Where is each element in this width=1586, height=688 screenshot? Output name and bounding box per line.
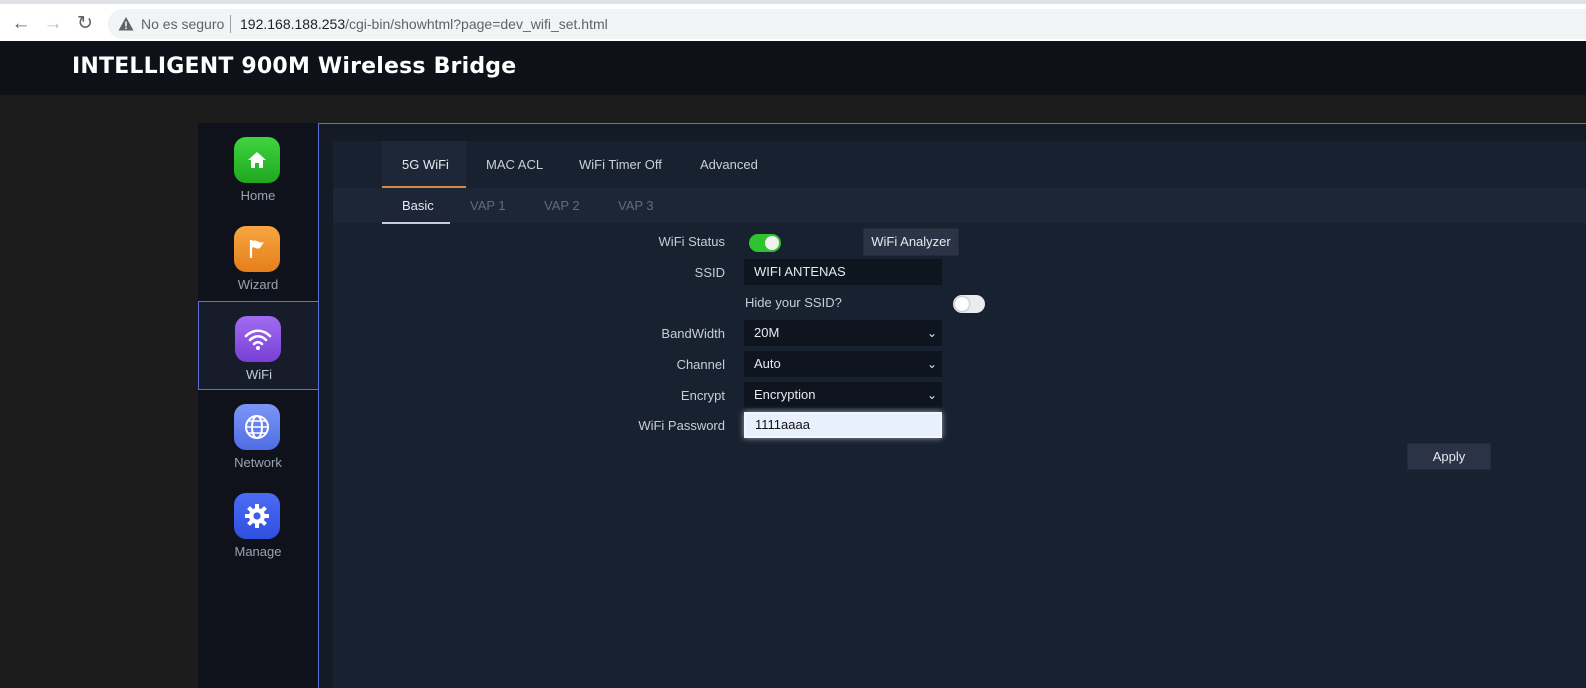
page-title: INTELLIGENT 900M Wireless Bridge (72, 54, 517, 79)
sidebar-item-wifi[interactable]: WiFi (198, 301, 318, 390)
sidebar-item-manage[interactable]: Manage (198, 479, 318, 568)
encrypt-select[interactable]: Encryption ⌄ (744, 382, 942, 408)
sidebar-item-label: Manage (234, 544, 282, 559)
sidebar-item-label: Home (240, 188, 276, 203)
divider (230, 15, 231, 33)
address-bar[interactable]: No es seguro 192.168.188.253/cgi-bin/sho… (108, 9, 1586, 39)
chevron-down-icon: ⌄ (926, 357, 937, 371)
tab-5g-wifi[interactable]: 5G WiFi (382, 141, 466, 188)
password-label: WiFi Password (638, 418, 725, 433)
subtab-vap2[interactable]: VAP 2 (524, 188, 600, 224)
ssid-input[interactable]: WIFI ANTENAS (744, 259, 942, 285)
sidebar-item-label: Network (234, 455, 282, 470)
reload-icon[interactable]: ↻ (74, 13, 96, 35)
bandwidth-value: 20M (754, 325, 780, 340)
subtab-vap1[interactable]: VAP 1 (450, 188, 526, 224)
sidebar-item-network[interactable]: Network (198, 390, 318, 479)
sidebar-item-wizard[interactable]: Wizard (198, 212, 318, 301)
tab-wifi-timer-off[interactable]: WiFi Timer Off (559, 141, 682, 188)
url-host: 192.168.188.253 (240, 16, 346, 32)
channel-label: Channel (676, 357, 725, 372)
hide-ssid-toggle[interactable] (953, 295, 985, 313)
wifi-analyzer-button[interactable]: WiFi Analyzer (863, 228, 959, 256)
sub-tabs: Basic VAP 1 VAP 2 VAP 3 (333, 188, 1586, 224)
wifi-status-toggle[interactable] (749, 234, 781, 252)
tab-advanced[interactable]: Advanced (680, 141, 778, 188)
url-text[interactable]: 192.168.188.253/cgi-bin/showhtml?page=de… (240, 16, 608, 32)
globe-icon (234, 404, 280, 450)
gear-icon (234, 493, 280, 539)
sidebar-item-label: WiFi (246, 367, 272, 382)
wifi-status-label: WiFi Status (658, 234, 725, 249)
security-label[interactable]: No es seguro (141, 16, 224, 32)
channel-select[interactable]: Auto ⌄ (744, 351, 942, 377)
sidebar-item-home[interactable]: Home (198, 123, 318, 212)
ssid-label: SSID (694, 265, 725, 280)
wifi-password-input[interactable]: 1111aaaa (744, 412, 942, 438)
hide-ssid-label: Hide your SSID? (745, 295, 842, 310)
subtab-vap3[interactable]: VAP 3 (598, 188, 674, 224)
app-header: INTELLIGENT 900M Wireless Bridge (0, 41, 1586, 95)
chevron-down-icon: ⌄ (926, 326, 937, 340)
sidebar-item-label: Wizard (237, 277, 279, 292)
browser-toolbar: ← → ↻ No es seguro 192.168.188.253/cgi-b… (0, 0, 1586, 41)
subtab-basic[interactable]: Basic (382, 188, 450, 224)
warning-icon[interactable] (118, 16, 134, 32)
forward-arrow-icon[interactable]: → (42, 13, 64, 35)
sidebar: Home Wizard WiFi Network Manage (198, 123, 318, 688)
encrypt-label: Encrypt (680, 388, 725, 403)
bandwidth-select[interactable]: 20M ⌄ (744, 320, 942, 346)
chevron-down-icon: ⌄ (926, 388, 937, 402)
tab-mac-acl[interactable]: MAC ACL (466, 141, 563, 188)
back-arrow-icon[interactable]: ← (10, 13, 32, 35)
wifi-icon (235, 316, 281, 362)
url-path: /cgi-bin/showhtml?page=dev_wifi_set.html (345, 16, 608, 32)
channel-value: Auto (754, 356, 781, 371)
home-icon (234, 137, 280, 183)
apply-button[interactable]: Apply (1407, 443, 1491, 470)
flag-icon (234, 226, 280, 272)
encrypt-value: Encryption (754, 387, 816, 402)
bandwidth-label: BandWidth (661, 326, 725, 341)
